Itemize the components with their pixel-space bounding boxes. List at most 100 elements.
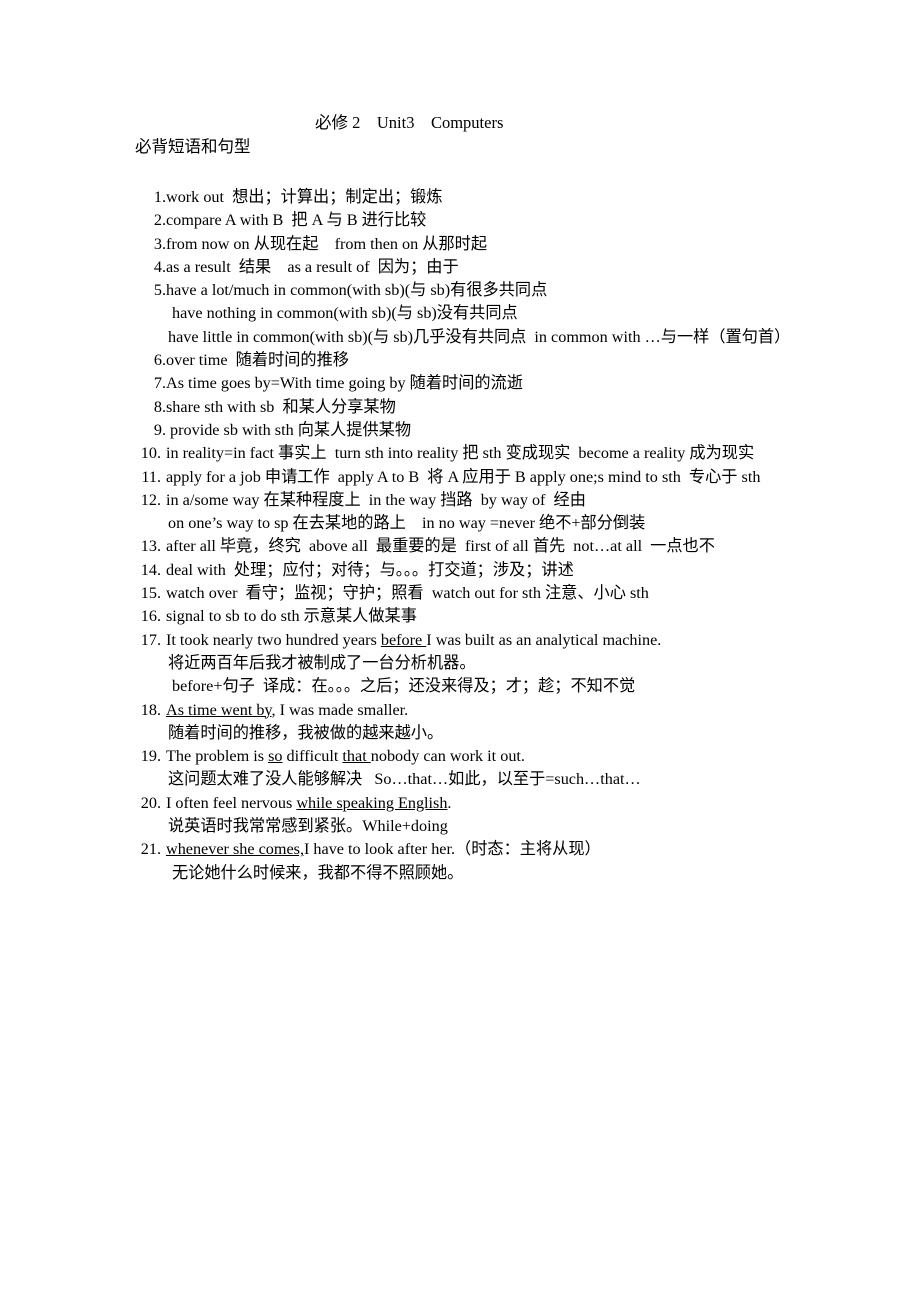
- list-item: 4. as a result 结果 as a result of 因为；由于: [0, 256, 920, 279]
- list-item-line: 随着时间的推移，我被做的越来越小。: [0, 722, 920, 745]
- list-item: 16. signal to sb to do sth 示意某人做某事: [0, 605, 920, 628]
- list-item-number: 1.: [153, 188, 166, 206]
- list-item: 10. in reality=in fact 事实上 turn sth into …: [0, 442, 920, 465]
- list-item-number: 8.: [153, 397, 166, 416]
- list-item-line: 17. It took nearly two hundred years befo…: [0, 629, 920, 652]
- list-item-line: on one’s way to sp 在去某地的路上 in no way =ne…: [0, 512, 920, 535]
- list-item-text: have a lot/much in common(with sb)(与 sb)…: [166, 281, 548, 300]
- list-item-text: after all 毕竟，终究 above all 最重要的是 first of…: [166, 537, 715, 556]
- list-item-number: 18.: [140, 700, 161, 719]
- list-item-text: I often feel nervous while speaking Engl…: [166, 793, 452, 812]
- list-item-line: 这问题太难了没人能够解决 So…that…如此，以至于=such…that…: [0, 768, 920, 791]
- list-item-line: 15. watch over 看守；监视；守护；照看 watch out for …: [0, 582, 920, 605]
- list-item-text: have little in common(with sb)(与 sb)几乎没有…: [168, 327, 791, 346]
- list-item-text: watch over 看守；监视；守护；照看 watch out for sth…: [166, 584, 649, 603]
- list-item-line: 12. in a/some way 在某种程度上 in the way 挡路 by…: [0, 489, 920, 512]
- list-item-line: 6. over time 随着时间的推移: [0, 349, 920, 372]
- list-item-number: 15.: [140, 584, 161, 603]
- list-item: 18. As time went by, I was made smaller. 随…: [0, 699, 920, 746]
- list-item-line: have nothing in common(with sb)(与 sb)没有共…: [0, 302, 920, 325]
- list-item-text: as a result 结果 as a result of 因为；由于: [166, 257, 459, 276]
- list-item-text: 无论她什么时候来，我都不得不照顾她。: [172, 863, 464, 882]
- list-item: 11. apply for a job 申请工作 apply A to B 将 A…: [0, 466, 920, 489]
- list-item-number: 2.: [153, 211, 166, 230]
- list-item-line: 4. as a result 结果 as a result of 因为；由于: [0, 256, 920, 279]
- list-item-line: have little in common(with sb)(与 sb)几乎没有…: [0, 326, 920, 349]
- phrase-list: 1. work out 想出；计算出；制定出；锻炼 2. compare A with…: [0, 186, 920, 885]
- list-item-line: 将近两百年后我才被制成了一台分析机器。: [0, 652, 920, 675]
- list-item-text: provide sb with sth 向某人提供某物: [166, 420, 412, 439]
- list-item: 8. share sth with sb 和某人分享某物: [0, 396, 920, 419]
- list-item: 6. over time 随着时间的推移: [0, 349, 920, 372]
- list-item-text: deal with 处理；应付；对待；与。。。打交道；涉及；讲述: [166, 560, 574, 579]
- list-item-text: 将近两百年后我才被制成了一台分析机器。: [168, 653, 476, 672]
- list-item: 7. As time goes by=With time going by 随着时…: [0, 372, 920, 395]
- list-item-text: The problem is so difficult that nobody …: [166, 747, 525, 766]
- list-item-text: on one’s way to sp 在去某地的路上 in no way =ne…: [168, 514, 646, 533]
- list-item-line: 10. in reality=in fact 事实上 turn sth into …: [0, 442, 920, 465]
- list-item-line: 19. The problem is so difficult that nobo…: [0, 745, 920, 768]
- list-item: 5. have a lot/much in common(with sb)(与 s…: [0, 279, 920, 349]
- list-item-line: before+句子 译成：在。。。之后；还没来得及；才；趁；不知不觉: [0, 675, 920, 698]
- list-item-text: 说英语时我常常感到紧张。While+doing: [168, 817, 448, 836]
- list-item-number: 19.: [140, 747, 161, 766]
- list-item: 2. compare A with B 把 A 与 B 进行比较: [0, 209, 920, 232]
- list-item-number: 13.: [140, 537, 161, 556]
- list-item-line: 无论她什么时候来，我都不得不照顾她。: [0, 862, 920, 885]
- list-item-number: 20.: [140, 793, 161, 812]
- list-item: 21. whenever she comes,I have to look aft…: [0, 838, 920, 885]
- list-item: 17. It took nearly two hundred years befo…: [0, 629, 920, 699]
- list-item-number: 9.: [153, 420, 166, 439]
- list-item-line: 7. As time goes by=With time going by 随着时…: [0, 372, 920, 395]
- list-item-text: have nothing in common(with sb)(与 sb)没有共…: [172, 304, 518, 323]
- list-item-line: 5. have a lot/much in common(with sb)(与 s…: [0, 279, 920, 302]
- list-item-text: apply for a job 申请工作 apply A to B 将 A 应用…: [166, 467, 761, 486]
- list-item: 14. deal with 处理；应付；对待；与。。。打交道；涉及；讲述: [0, 559, 920, 582]
- document-page: 必修 2 Unit3 Computers 必背短语和句型 1. work out …: [0, 0, 920, 1302]
- list-item-line: 20. I often feel nervous while speaking E…: [0, 792, 920, 815]
- list-item-text: compare A with B 把 A 与 B 进行比较: [166, 211, 427, 230]
- list-item-text: 这问题太难了没人能够解决 So…that…如此，以至于=such…that…: [168, 770, 641, 789]
- page-subtitle: 必背短语和句型: [135, 137, 251, 156]
- list-item-text: before+句子 译成：在。。。之后；还没来得及；才；趁；不知不觉: [172, 677, 636, 696]
- list-item-line: 14. deal with 处理；应付；对待；与。。。打交道；涉及；讲述: [0, 559, 920, 582]
- list-item-number: 5.: [153, 281, 166, 300]
- list-item-text: 随着时间的推移，我被做的越来越小。: [168, 723, 444, 742]
- list-item-line: 1. work out 想出；计算出；制定出；锻炼: [0, 186, 920, 209]
- list-item-line: 21. whenever she comes,I have to look aft…: [0, 838, 920, 861]
- list-item-line: 16. signal to sb to do sth 示意某人做某事: [0, 605, 920, 628]
- list-item-line: 8. share sth with sb 和某人分享某物: [0, 396, 920, 419]
- list-item-text: whenever she comes,I have to look after …: [166, 840, 601, 859]
- list-item-text: over time 随着时间的推移: [166, 351, 349, 370]
- list-item-line: 3. from now on 从现在起 from then on 从那时起: [0, 233, 920, 256]
- list-item-number: 14.: [140, 560, 161, 579]
- list-item-line: 11. apply for a job 申请工作 apply A to B 将 A…: [0, 466, 920, 489]
- list-item-number: 16.: [140, 607, 161, 626]
- list-item-number: 4.: [153, 257, 166, 276]
- page-title: 必修 2 Unit3 Computers: [315, 113, 504, 132]
- list-item-line: 2. compare A with B 把 A 与 B 进行比较: [0, 209, 920, 232]
- list-item-line: 18. As time went by, I was made smaller.: [0, 699, 920, 722]
- list-item-text: in reality=in fact 事实上 turn sth into rea…: [166, 444, 755, 463]
- list-item-line: 13. after all 毕竟，终究 above all 最重要的是 first…: [0, 535, 920, 558]
- list-item: 3. from now on 从现在起 from then on 从那时起: [0, 233, 920, 256]
- list-item-text: As time goes by=With time going by 随着时间的…: [166, 374, 523, 393]
- list-item-number: 11.: [141, 467, 161, 486]
- list-item-number: 17.: [140, 630, 161, 649]
- list-item-text: It took nearly two hundred years before …: [166, 630, 662, 649]
- list-item-number: 21.: [140, 840, 161, 859]
- list-item-text: in a/some way 在某种程度上 in the way 挡路 by wa…: [166, 490, 586, 509]
- list-item: 19. The problem is so difficult that nobo…: [0, 745, 920, 792]
- list-item: 12. in a/some way 在某种程度上 in the way 挡路 by…: [0, 489, 920, 536]
- list-item-text: share sth with sb 和某人分享某物: [166, 397, 396, 416]
- list-item-line: 9. provide sb with sth 向某人提供某物: [0, 419, 920, 442]
- list-item-text: As time went by, I was made smaller.: [166, 700, 409, 719]
- list-item-line: 说英语时我常常感到紧张。While+doing: [0, 815, 920, 838]
- list-item-text: work out 想出；计算出；制定出；锻炼: [166, 188, 443, 206]
- list-item: 9. provide sb with sth 向某人提供某物: [0, 419, 920, 442]
- list-item: 20. I often feel nervous while speaking E…: [0, 792, 920, 839]
- list-item-number: 10.: [140, 444, 161, 463]
- list-item: 15. watch over 看守；监视；守护；照看 watch out for …: [0, 582, 920, 605]
- list-item: 13. after all 毕竟，终究 above all 最重要的是 first…: [0, 535, 920, 558]
- list-item: 1. work out 想出；计算出；制定出；锻炼: [0, 186, 920, 209]
